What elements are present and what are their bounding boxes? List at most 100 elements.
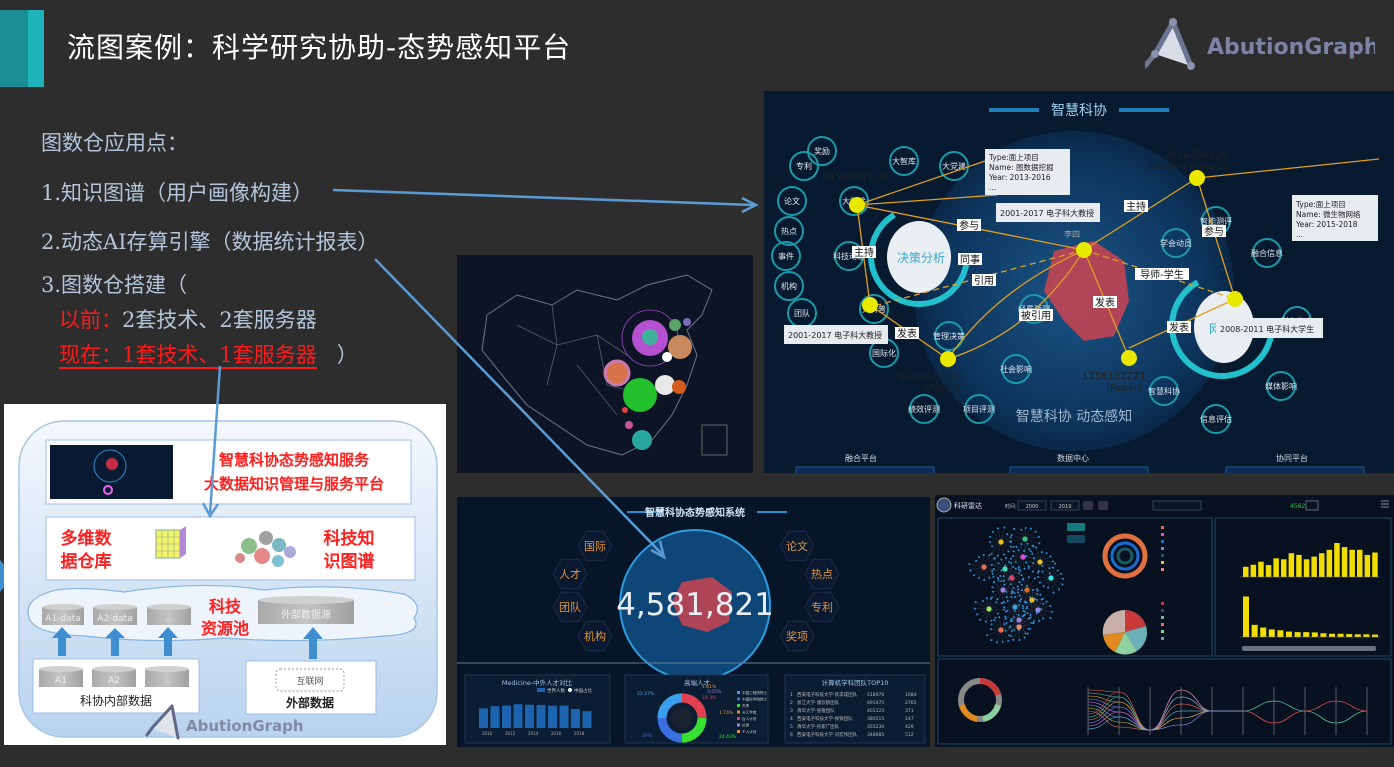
leaf-node	[1061, 583, 1064, 586]
legend-swatch	[1161, 547, 1164, 550]
satellite-label: 管理决策	[933, 331, 965, 341]
leaf-node	[998, 616, 1001, 619]
hub-node	[1016, 617, 1022, 623]
hub-node	[1020, 554, 1026, 560]
table-cell: 6	[790, 732, 793, 738]
svg-text:Medicine-中外人才对比: Medicine-中外人才对比	[502, 678, 573, 687]
svg-text:Year: 2013-2016: Year: 2013-2016	[988, 173, 1051, 182]
leaf-node	[1025, 561, 1028, 564]
svg-text:科技: 科技	[209, 597, 242, 616]
bar	[1251, 624, 1258, 637]
confirm-button[interactable]	[1083, 501, 1093, 510]
role-label-3: 2008-2011 电子科大学生	[1216, 318, 1323, 338]
leaf-node	[1037, 535, 1040, 538]
research-radar-dashboard: 科研雷达 时间: 2000 2019 4562	[935, 495, 1394, 747]
legend-swatch	[1161, 616, 1164, 619]
table-cell: 429	[905, 724, 914, 730]
leaf-node	[1032, 589, 1035, 592]
kg-subtitle: 智慧科协 动态感知	[1016, 408, 1132, 425]
point-now: 现在：1套技术、1套服务器 ）	[59, 339, 358, 369]
leaf-node	[1028, 616, 1031, 619]
table-cell: 147	[905, 716, 914, 722]
table-cell: 2765	[905, 700, 917, 706]
leaf-node	[1002, 553, 1005, 556]
bar	[1277, 630, 1284, 637]
leaf-node	[1004, 629, 1007, 632]
leaf-node	[990, 628, 993, 631]
menu-icon[interactable]	[1381, 500, 1389, 508]
table-cell: 清华大学-张钹团队	[797, 707, 835, 714]
accent-bar-light	[28, 10, 44, 87]
leaf-node	[996, 612, 999, 615]
leaf-node	[1023, 610, 1026, 613]
leaf-node	[1013, 592, 1016, 595]
bar	[1303, 632, 1310, 637]
leaf-node	[1012, 550, 1015, 553]
year-from-input[interactable]: 2000	[1017, 500, 1047, 511]
leaf-node	[1000, 569, 1003, 572]
medicine-chart: Medicine-中外人才对比 世界人数 中国占比 2010 2012 2014 20…	[464, 674, 611, 744]
table-cell: 西安电子科技大学-刘宏伟团队	[797, 731, 858, 738]
svg-text:(Paper): (Paper)	[924, 383, 960, 394]
hub-node	[1002, 566, 1008, 572]
thumb-image	[795, 466, 935, 473]
svg-text:1256132271: 1256132271	[1082, 371, 1146, 382]
svg-text:科技知: 科技知	[324, 528, 375, 549]
leaf-node	[1010, 557, 1013, 560]
donut-label: 24.43%	[719, 734, 737, 740]
leaf-node	[1032, 562, 1035, 565]
leaf-node	[1023, 549, 1026, 552]
china-map-bubbles	[457, 255, 753, 473]
abutiongraph-logo: AbutionGraph	[1142, 16, 1379, 72]
hub-node	[1022, 536, 1028, 542]
now-text: 现在：1套技术、1套服务器	[59, 343, 317, 369]
leaf-node	[1045, 600, 1048, 603]
leaf-node	[1054, 562, 1057, 565]
bar	[502, 705, 511, 728]
leaf-node	[1041, 597, 1044, 600]
radar-logo-icon	[936, 497, 952, 513]
legend-swatch	[1161, 637, 1164, 640]
leaf-node	[1006, 533, 1009, 536]
legend-swatch	[1161, 568, 1164, 571]
table-cell: 4	[790, 716, 793, 722]
platform-thumbnails: 融合平台 数据中心 协同平台	[795, 453, 1365, 473]
leaf-node	[988, 554, 991, 557]
pc-line	[1087, 692, 1243, 731]
leaf-node	[1037, 576, 1040, 579]
leaf-node	[1016, 585, 1019, 588]
thumb-label: 数据中心	[1057, 453, 1089, 463]
leaf-node	[1009, 540, 1012, 543]
leaf-node	[988, 576, 991, 579]
yearly-bar-chart	[1240, 543, 1380, 578]
bar	[1286, 631, 1292, 637]
leaf-node	[985, 634, 988, 637]
svg-text:6456137290: 6456137290	[899, 372, 963, 383]
svg-text:科协内部数据: 科协内部数据	[80, 693, 152, 708]
reset-button[interactable]	[1098, 501, 1108, 510]
field-select[interactable]	[1152, 500, 1202, 511]
year-to-input[interactable]: 2019	[1050, 500, 1080, 511]
table-cell: 355230	[867, 724, 884, 730]
svg-text:互联网: 互联网	[296, 676, 323, 687]
table-cell: 1684	[905, 692, 917, 698]
legend-swatch	[1161, 630, 1164, 633]
table-cell: 3	[790, 708, 793, 714]
hub-node	[998, 627, 1004, 633]
satellite-label: 项目评测	[963, 405, 995, 414]
legend-label: 百人计划	[742, 716, 757, 721]
leaf-node	[1021, 604, 1024, 607]
leaf-node	[978, 576, 981, 579]
bar	[1334, 543, 1340, 577]
leaf-node	[1014, 567, 1017, 570]
leaf-node	[994, 616, 997, 619]
leaf-node	[990, 552, 993, 555]
leaf-node	[1056, 569, 1059, 572]
hub-node	[986, 606, 992, 612]
leaf-node	[990, 596, 993, 599]
role-label-2: 2001-2017 电子科大教授	[784, 325, 888, 344]
svg-text:资源池: 资源池	[201, 619, 249, 638]
leaf-node	[989, 541, 991, 544]
leaf-node	[1004, 557, 1007, 560]
hex-label: 论文	[786, 539, 808, 553]
